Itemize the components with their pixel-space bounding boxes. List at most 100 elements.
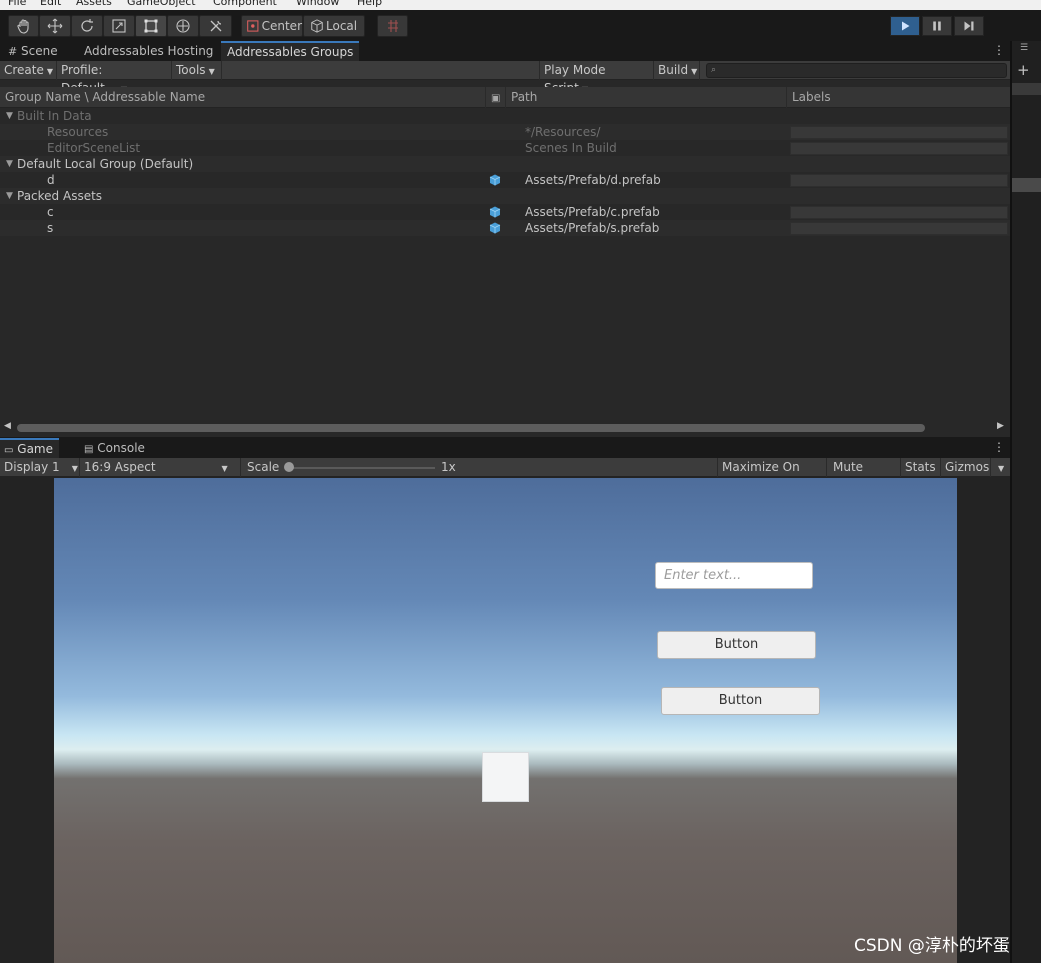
row-name: EditorSceneList	[47, 141, 141, 155]
tab-scene[interactable]: # Scene	[2, 41, 64, 61]
group-row[interactable]: ▼ Default Local Group (Default)	[0, 156, 1010, 172]
tools-dropdown[interactable]: Tools ▼	[172, 61, 222, 80]
labels-field[interactable]	[790, 142, 1008, 155]
main-toolbar: Center Local	[0, 10, 1041, 41]
maximize-on-play-toggle[interactable]: Maximize On Play	[717, 458, 827, 492]
hierarchy-icon[interactable]: ☰	[1020, 43, 1028, 53]
expand-arrow-icon[interactable]: ▼	[6, 108, 13, 124]
menu-component[interactable]: Component	[213, 0, 277, 8]
menu-assets[interactable]: Assets	[76, 0, 112, 8]
step-button[interactable]	[954, 16, 984, 36]
kebab-menu-icon[interactable]: ⋮	[993, 440, 1005, 454]
tab-addressables-groups[interactable]: Addressables Groups	[221, 41, 360, 61]
gizmos-dropdown[interactable]: ▼	[991, 458, 1010, 477]
game-text-input[interactable]: Enter text...	[655, 562, 813, 589]
hierarchy-row[interactable]	[1012, 83, 1041, 95]
move-icon	[47, 18, 63, 34]
play-button[interactable]	[890, 16, 920, 36]
entry-row[interactable]: EditorSceneList Scenes In Build	[0, 140, 1010, 156]
prefab-icon	[489, 222, 501, 234]
prefab-icon	[489, 174, 501, 186]
scroll-right-icon[interactable]: ▶	[997, 421, 1004, 431]
tab-game[interactable]: ▭ Game	[0, 438, 60, 458]
scroll-left-icon[interactable]: ◀	[4, 421, 11, 431]
row-name: Built In Data	[17, 109, 92, 123]
profile-dropdown[interactable]: Profile: Default▼	[57, 61, 172, 95]
custom-tools-button[interactable]	[199, 15, 232, 37]
pivot-local-label: Local	[326, 19, 358, 33]
transform-tool-button[interactable]	[167, 15, 199, 37]
grid-snap-button[interactable]	[377, 15, 408, 37]
rotate-tool-button[interactable]	[71, 15, 103, 37]
col-type[interactable]: ▣	[485, 87, 505, 108]
col-labels[interactable]: Labels	[786, 87, 1010, 108]
prefab-icon	[489, 206, 501, 218]
right-dock-panel: ☰ +	[1010, 41, 1041, 963]
tab-addressables-hosting[interactable]: Addressables Hosting	[78, 41, 219, 61]
col-group-name[interactable]: Group Name \ Addressable Name	[0, 87, 485, 108]
expand-arrow-icon[interactable]: ▼	[6, 188, 13, 204]
aspect-dropdown[interactable]: 16:9 Aspect ▼	[80, 458, 241, 477]
search-input[interactable]: ⌕	[706, 63, 1007, 78]
scale-slider-knob[interactable]	[284, 462, 294, 472]
entry-row[interactable]: d Assets/Prefab/d.prefab	[0, 172, 1010, 188]
expand-arrow-icon[interactable]: ▼	[6, 156, 13, 172]
scrollbar-thumb[interactable]	[17, 424, 925, 432]
scale-icon	[112, 19, 126, 33]
game-button-2[interactable]: Button	[661, 687, 820, 715]
menu-file[interactable]: File	[8, 0, 26, 8]
rect-tool-button[interactable]	[135, 15, 167, 37]
rotate-icon	[81, 19, 93, 32]
cube-outline-icon	[311, 19, 323, 33]
col-path[interactable]: Path	[505, 87, 786, 108]
row-path: Scenes In Build	[525, 141, 617, 155]
group-row[interactable]: ▼ Built In Data	[0, 108, 1010, 124]
horizontal-scrollbar[interactable]: ◀ ▶	[0, 421, 1010, 435]
white-cube	[482, 752, 529, 802]
move-tool-button[interactable]	[39, 15, 71, 37]
scale-tool-button[interactable]	[103, 15, 135, 37]
entry-row[interactable]: c Assets/Prefab/c.prefab	[0, 204, 1010, 220]
tab-console[interactable]: ▤ Console	[78, 438, 151, 458]
step-icon	[964, 21, 974, 31]
entry-row[interactable]: s Assets/Prefab/s.prefab	[0, 220, 1010, 236]
dropdown-arrow-icon: ▼	[998, 464, 1005, 473]
display-dropdown[interactable]: Display 1 ▼	[0, 458, 80, 477]
add-icon[interactable]: +	[1017, 61, 1030, 79]
game-button-1[interactable]: Button	[657, 631, 816, 659]
group-row[interactable]: ▼ Packed Assets	[0, 188, 1010, 204]
hierarchy-row[interactable]	[1012, 178, 1041, 192]
hand-tool-button[interactable]	[8, 15, 39, 37]
tools-label: Tools	[176, 63, 206, 77]
row-name: c	[47, 205, 54, 219]
dropdown-arrow-icon: ▼	[208, 67, 215, 76]
labels-field[interactable]	[790, 174, 1008, 187]
gizmos-toggle[interactable]: Gizmos	[941, 458, 991, 477]
menu-bar: File Edit Assets GameObject Component Wi…	[0, 0, 1041, 10]
game-view: Enter text... Button Button	[0, 477, 1010, 963]
entry-row[interactable]: Resources */Resources/	[0, 124, 1010, 140]
display-label: Display 1	[4, 460, 60, 474]
labels-field[interactable]	[790, 222, 1008, 235]
menu-help[interactable]: Help	[357, 0, 382, 8]
kebab-menu-icon[interactable]: ⋮	[993, 43, 1005, 57]
play-mode-script-dropdown[interactable]: Play Mode Script▼	[539, 61, 654, 95]
build-dropdown[interactable]: Build ▼	[654, 61, 700, 80]
tab-game-label: Game	[17, 442, 54, 456]
labels-field[interactable]	[790, 206, 1008, 219]
pivot-local-button[interactable]: Local	[303, 15, 365, 37]
stats-toggle[interactable]: Stats	[901, 458, 941, 477]
scale-slider-track[interactable]	[290, 467, 435, 469]
mute-audio-toggle[interactable]: Mute Audio	[829, 458, 901, 492]
aspect-label: 16:9 Aspect	[84, 460, 156, 474]
asset-type-icon: ▣	[491, 93, 501, 104]
pause-button[interactable]	[922, 16, 952, 36]
labels-field[interactable]	[790, 126, 1008, 139]
grid-icon: #	[8, 45, 18, 58]
menu-edit[interactable]: Edit	[40, 0, 61, 8]
menu-gameobject[interactable]: GameObject	[127, 0, 196, 8]
game-scene[interactable]: Enter text... Button Button	[54, 478, 957, 963]
create-dropdown[interactable]: Create ▼	[0, 61, 57, 80]
menu-window[interactable]: Window	[296, 0, 339, 8]
pivot-center-button[interactable]: Center	[241, 15, 303, 37]
